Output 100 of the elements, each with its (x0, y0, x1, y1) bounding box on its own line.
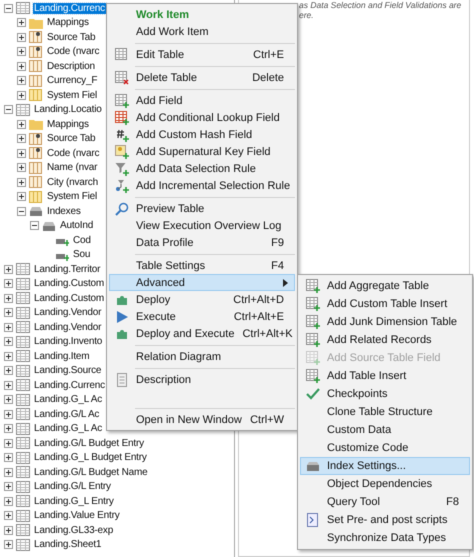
expand-toggle[interactable] (4, 366, 13, 376)
menu-item[interactable]: Add Field (109, 92, 295, 109)
expand-toggle[interactable] (4, 453, 13, 462)
expand-toggle[interactable] (4, 468, 13, 477)
expand-toggle[interactable] (17, 120, 26, 129)
expand-toggle[interactable] (4, 410, 13, 419)
menu-item[interactable]: Advanced (109, 274, 295, 291)
menu-item[interactable]: Delete Table Delete (109, 69, 295, 86)
tree-item[interactable]: Currency_F (46, 75, 98, 86)
expand-toggle[interactable] (17, 47, 26, 56)
tree-item[interactable]: Cod (72, 234, 92, 246)
menu-item[interactable]: Edit Table Ctrl+E (109, 46, 295, 63)
menu-item[interactable]: Customize Code (300, 439, 470, 457)
menu-item[interactable]: Add Incremental Selection Rule (109, 177, 295, 194)
collapse-toggle[interactable] (4, 4, 13, 13)
menu-item[interactable]: Table Settings F4 (109, 257, 295, 274)
menu-item[interactable]: Add Related Records (300, 331, 470, 349)
tree-item[interactable]: Mappings (46, 17, 90, 28)
menu-item[interactable]: Query Tool F8 (300, 493, 470, 511)
tree-item[interactable]: Code (nvarc (46, 148, 100, 159)
menu-item[interactable]: Deploy Ctrl+Alt+D (109, 291, 295, 308)
tree-item[interactable]: Indexes (46, 206, 82, 217)
expand-toggle[interactable] (17, 90, 26, 100)
tree-item[interactable]: Landing.Value Entry (33, 510, 121, 522)
expand-toggle[interactable] (4, 322, 13, 332)
expand-toggle[interactable] (4, 395, 13, 404)
tree-item[interactable]: City (nvarch (46, 176, 99, 188)
tree-item[interactable]: Landing.G/L Ac (33, 408, 100, 420)
menu-item[interactable]: Execute Ctrl+Alt+E (109, 308, 295, 325)
expand-toggle[interactable] (4, 511, 13, 520)
tree-item[interactable]: Landing.Vendor (33, 307, 102, 318)
menu-item[interactable]: Description (109, 371, 295, 388)
menu-item[interactable]: Clone Table Structure (300, 403, 470, 421)
expand-toggle[interactable] (17, 163, 26, 172)
tree-item[interactable]: Landing.G_L Entry (33, 496, 115, 507)
menu-item[interactable]: Add Custom Hash Field (109, 126, 295, 143)
menu-item[interactable]: Set Pre- and post scripts (300, 511, 470, 529)
tree-item[interactable]: Landing.Source (33, 365, 102, 376)
tree-item[interactable]: Landing.G_L Budget Entry (33, 452, 148, 464)
menu-item[interactable]: Add Aggregate Table (300, 277, 470, 295)
menu-item[interactable]: Synchronize Data Types (300, 529, 470, 547)
expand-toggle[interactable] (4, 424, 13, 434)
tree-item[interactable]: Landing.Sheet1 (33, 539, 102, 550)
tree-item[interactable]: Mappings (46, 118, 90, 130)
expand-toggle[interactable] (4, 337, 13, 346)
tree-item[interactable]: Landing.Vendor (33, 322, 102, 333)
menu-item[interactable]: View Execution Overview Log (109, 217, 295, 234)
expand-toggle[interactable] (17, 148, 26, 158)
tree-item[interactable]: Landing.Currenc (33, 380, 106, 391)
menu-item[interactable]: Object Dependencies (300, 475, 470, 493)
menu-item[interactable]: Add Junk Dimension Table (300, 313, 470, 331)
menu-item[interactable]: Add Table Insert (300, 367, 470, 385)
menu-item[interactable]: Open in New Window Ctrl+W (109, 411, 295, 428)
menu-item[interactable]: Add Supernatural Key Field (109, 143, 295, 160)
expand-toggle[interactable] (4, 279, 13, 288)
expand-toggle[interactable] (4, 496, 13, 506)
expand-toggle[interactable] (17, 62, 26, 71)
expand-toggle[interactable] (4, 352, 13, 361)
expand-toggle[interactable] (17, 178, 26, 187)
menu-item[interactable]: Preview Table (109, 200, 295, 217)
expand-toggle[interactable] (17, 134, 26, 144)
menu-item[interactable]: Relation Diagram (109, 348, 295, 365)
expand-toggle[interactable] (17, 192, 26, 202)
tree-item[interactable]: Description (46, 60, 96, 72)
expand-toggle[interactable] (17, 32, 26, 42)
menu-item[interactable]: Checkpoints (300, 385, 470, 403)
tree-item[interactable]: Landing.G_L Ac (33, 394, 103, 406)
collapse-toggle[interactable] (30, 221, 39, 230)
collapse-toggle[interactable] (17, 206, 26, 216)
tree-item[interactable]: Landing.G/L Budget Entry (33, 438, 145, 449)
expand-toggle[interactable] (17, 18, 26, 28)
menu-item[interactable]: Data Profile F9 (109, 234, 295, 251)
expand-toggle[interactable] (4, 380, 13, 390)
expand-toggle[interactable] (17, 76, 26, 86)
menu-item[interactable]: Add Conditional Lookup Field (109, 109, 295, 126)
tree-item[interactable]: Landing.Custom (33, 292, 106, 304)
tree-item[interactable]: Landing.Territor (33, 264, 102, 275)
tree-item[interactable]: System Fiel (46, 90, 98, 101)
tree-item[interactable]: Landing.Invento (33, 336, 104, 348)
menu-item[interactable]: Add Data Selection Rule (109, 160, 295, 177)
tree-item[interactable]: Landing.G_L Ac (33, 423, 103, 434)
menu-item[interactable]: Add Work Item (109, 23, 295, 40)
tree-item[interactable]: Name (nvar (46, 162, 98, 174)
tree-item[interactable]: Sou (72, 249, 92, 260)
menu-item[interactable]: Add Custom Table Insert (300, 295, 470, 313)
expand-toggle[interactable] (4, 294, 13, 303)
expand-toggle[interactable] (4, 308, 13, 318)
tree-item[interactable]: Landing.Custom (33, 278, 106, 290)
expand-toggle[interactable] (4, 540, 13, 550)
tree-item[interactable]: Source Tab (46, 133, 96, 144)
tree-item[interactable]: Landing.GL33-exp (33, 524, 114, 536)
menu-item[interactable]: Index Settings... (300, 457, 470, 475)
expand-toggle[interactable] (4, 526, 13, 535)
menu-item[interactable]: Deploy and Execute Ctrl+Alt+K (109, 325, 295, 342)
tree-item[interactable]: Code (nvarc (46, 46, 100, 58)
expand-toggle[interactable] (4, 264, 13, 274)
expand-toggle[interactable] (4, 482, 13, 492)
tree-item[interactable]: Landing.G/L Entry (33, 481, 112, 492)
tree-item[interactable]: Landing.G/L Budget Name (33, 466, 148, 478)
tree-item[interactable]: Landing.Item (33, 350, 90, 362)
